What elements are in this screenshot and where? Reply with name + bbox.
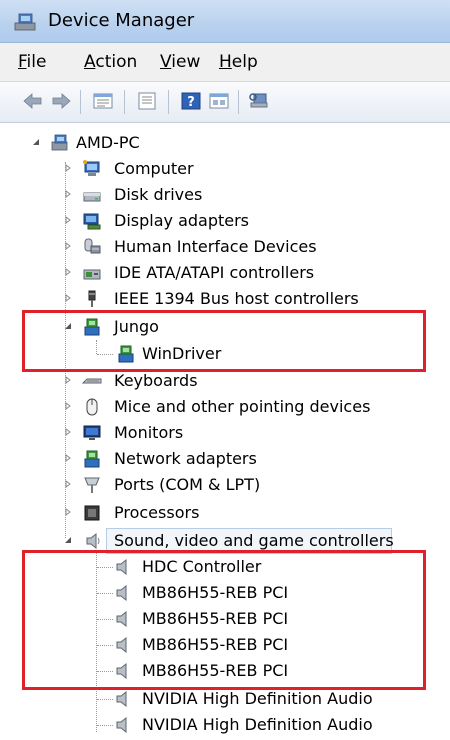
expand-arrow-icon[interactable] xyxy=(64,242,72,250)
mouse-icon xyxy=(86,398,98,416)
expand-arrow-icon[interactable] xyxy=(64,294,72,302)
tree-node-computer[interactable]: Computer xyxy=(60,156,360,182)
menu-view-label: iew xyxy=(171,52,201,72)
tree-node-label: Display adapters xyxy=(114,211,250,230)
tree-node-label: Computer xyxy=(114,159,194,178)
properties-icon[interactable] xyxy=(92,91,114,111)
menu-file-label: ile xyxy=(26,52,47,72)
menu-help-accel: H xyxy=(219,52,232,72)
toolbar-separator xyxy=(80,90,81,114)
menu-help-label: elp xyxy=(231,52,258,72)
monitor-icon xyxy=(83,425,101,440)
menu-help[interactable]: Help xyxy=(219,52,258,72)
expand-arrow-icon[interactable] xyxy=(64,508,72,516)
toolbar-separator xyxy=(238,90,239,114)
tree-node-label: IDE ATA/ATAPI controllers xyxy=(114,263,315,282)
tree-node-processors[interactable]: Processors xyxy=(60,500,360,526)
computer-icon xyxy=(83,160,100,176)
tree-leaf-label: NVIDIA High Definition Audio xyxy=(142,689,373,708)
menu-action[interactable]: Action xyxy=(84,52,137,72)
tree-node-label: Human Interface Devices xyxy=(114,237,317,256)
expand-arrow-icon[interactable] xyxy=(64,428,72,436)
expand-arrow-icon[interactable] xyxy=(64,376,72,384)
tree-leaf-nvidia-hda-2[interactable]: NVIDIA High Definition Audio xyxy=(112,712,412,738)
menu-file[interactable]: File xyxy=(18,52,46,72)
expand-arrow-icon[interactable] xyxy=(64,402,72,410)
toolbar-separator xyxy=(168,90,169,114)
tree-line xyxy=(97,725,113,726)
title-bar[interactable]: Device Manager xyxy=(0,0,450,43)
tree-root[interactable]: AMD-PC xyxy=(28,130,228,156)
tree-leaf-label: NVIDIA High Definition Audio xyxy=(142,715,373,734)
tree-node-label: Keyboards xyxy=(114,371,198,390)
tree-node-ieee1394[interactable]: IEEE 1394 Bus host controllers xyxy=(60,286,390,312)
tree-node-mice[interactable]: Mice and other pointing devices xyxy=(60,394,390,420)
tree-node-hid[interactable]: Human Interface Devices xyxy=(60,234,380,260)
tree-node-label: Processors xyxy=(114,503,200,522)
tree-node-label: Disk drives xyxy=(114,185,203,204)
device-manager-icon xyxy=(14,13,36,31)
menu-bar: File Action View Help xyxy=(0,43,450,82)
network-adapter-icon xyxy=(84,450,100,468)
tree-line xyxy=(97,699,113,700)
expand-arrow-icon[interactable] xyxy=(64,216,72,224)
scan-hardware-icon[interactable] xyxy=(248,91,270,111)
ieee1394-icon xyxy=(88,290,96,307)
port-icon xyxy=(84,477,100,493)
hid-icon xyxy=(84,238,101,254)
pc-icon xyxy=(51,134,68,151)
toolbar-separator xyxy=(124,90,125,114)
keyboard-icon xyxy=(82,378,102,384)
back-icon[interactable] xyxy=(22,91,44,111)
collapse-arrow-icon[interactable] xyxy=(32,138,40,146)
collapse-arrow-icon[interactable] xyxy=(64,536,72,544)
console-icon[interactable] xyxy=(136,91,158,111)
tree-node-disk-drives[interactable]: Disk drives xyxy=(60,182,360,208)
highlight-box-jungo xyxy=(22,310,426,372)
sound-icon xyxy=(86,532,100,550)
device-manager-window: Device Manager File Action View Help ? A… xyxy=(0,0,450,740)
tree-node-label: Monitors xyxy=(114,423,184,442)
tree-node-network[interactable]: Network adapters xyxy=(60,446,360,472)
tree-node-ports[interactable]: Ports (COM & LPT) xyxy=(60,472,360,498)
processor-icon xyxy=(84,505,100,521)
view-icon[interactable] xyxy=(208,91,230,111)
display-adapter-icon xyxy=(83,213,101,230)
tree-root-label: AMD-PC xyxy=(76,133,140,152)
tree-node-display-adapters[interactable]: Display adapters xyxy=(60,208,360,234)
tree-node-ide[interactable]: IDE ATA/ATAPI controllers xyxy=(60,260,380,286)
expand-arrow-icon[interactable] xyxy=(64,454,72,462)
expand-arrow-icon[interactable] xyxy=(64,164,72,172)
tree-node-label: Mice and other pointing devices xyxy=(114,397,371,416)
tree-node-label: Network adapters xyxy=(114,449,257,468)
expand-arrow-icon[interactable] xyxy=(64,268,72,276)
window-title: Device Manager xyxy=(48,10,195,31)
menu-file-accel: F xyxy=(18,52,27,72)
svg-text:?: ? xyxy=(187,95,195,110)
toolbar: ? xyxy=(0,82,450,123)
forward-icon[interactable] xyxy=(50,91,72,111)
tree-node-monitors[interactable]: Monitors xyxy=(60,420,360,446)
menu-action-label: ction xyxy=(95,52,138,72)
menu-action-accel: A xyxy=(84,52,96,72)
tree-node-label: Ports (COM & LPT) xyxy=(114,475,261,494)
tree-node-label: Sound, video and game controllers xyxy=(114,531,394,550)
tree-node-label: IEEE 1394 Bus host controllers xyxy=(114,289,359,308)
speaker-icon xyxy=(116,690,127,708)
menu-view-accel: V xyxy=(160,52,172,72)
expand-arrow-icon[interactable] xyxy=(64,190,72,198)
ide-controller-icon xyxy=(83,269,101,280)
menu-view[interactable]: View xyxy=(160,52,200,72)
help-icon[interactable]: ? xyxy=(180,91,202,111)
highlight-box-sound-devices xyxy=(22,550,426,690)
disk-drive-icon xyxy=(83,192,101,202)
speaker-icon xyxy=(116,716,127,734)
expand-arrow-icon[interactable] xyxy=(64,480,72,488)
